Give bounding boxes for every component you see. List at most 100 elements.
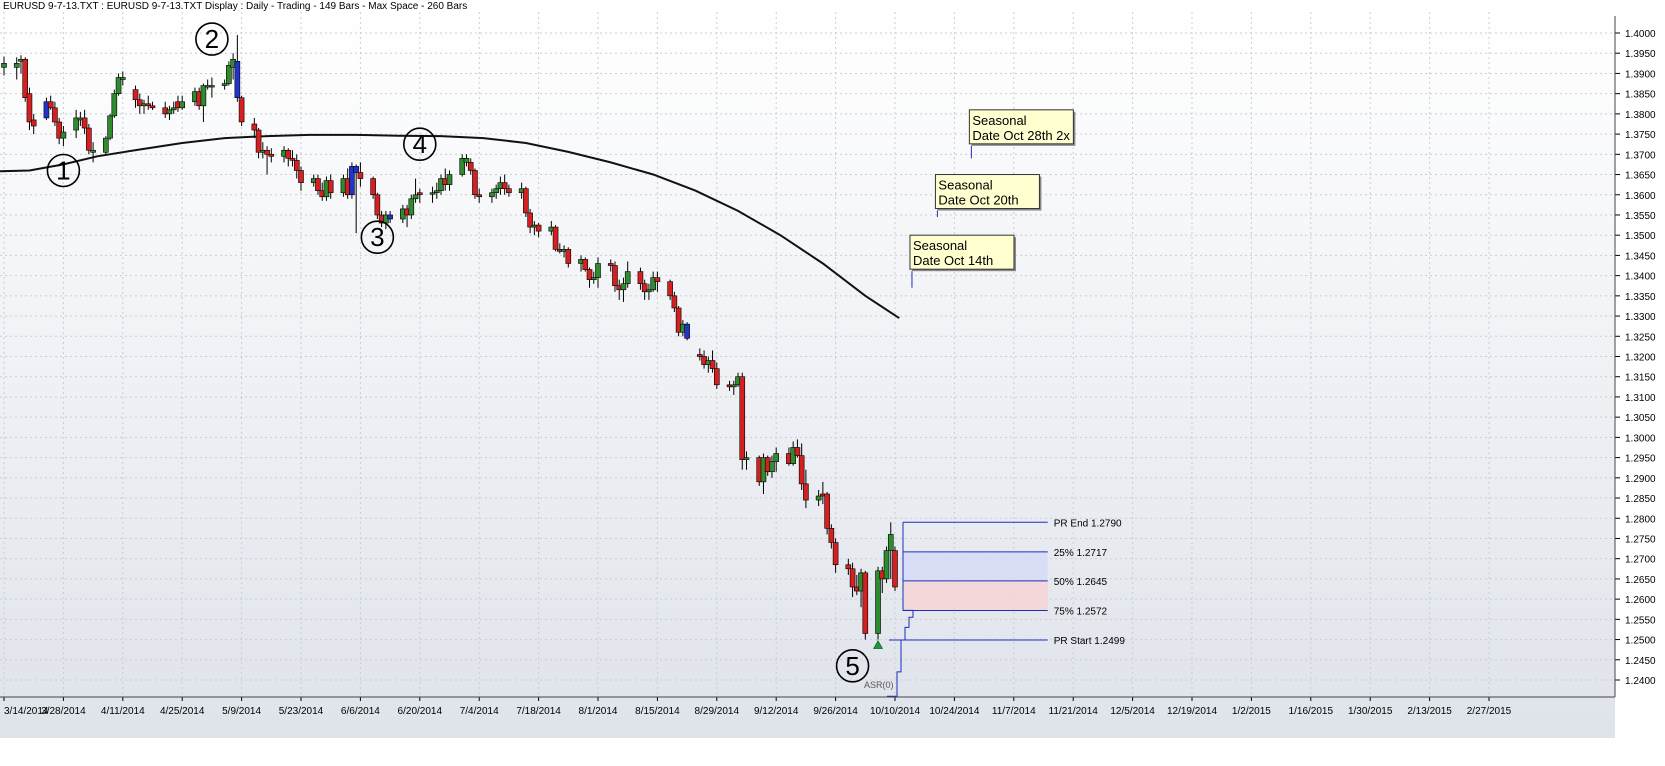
candle-body xyxy=(289,158,296,161)
y-tick-label: 1.3550 xyxy=(1625,211,1656,222)
candle-body xyxy=(226,65,232,84)
y-tick-label: 1.2800 xyxy=(1625,514,1656,525)
y-tick-label: 1.3000 xyxy=(1625,433,1656,444)
y-tick-label: 1.3900 xyxy=(1625,69,1656,80)
candle-body xyxy=(251,123,258,131)
candle-body xyxy=(374,194,381,216)
x-tick-label: 11/21/2014 xyxy=(1049,706,1099,717)
candle-body xyxy=(794,447,801,456)
candle-body xyxy=(221,83,228,86)
candle xyxy=(472,168,478,199)
candle-body xyxy=(298,170,304,183)
x-tick-label: 12/19/2014 xyxy=(1167,706,1217,717)
y-tick-label: 1.3300 xyxy=(1625,312,1656,323)
x-tick-label: 2/13/2015 xyxy=(1407,706,1452,717)
candle-body xyxy=(773,453,780,462)
candle xyxy=(86,123,92,155)
candle-body xyxy=(22,58,29,99)
pr-level-label: PR End 1.2790 xyxy=(1054,518,1122,529)
candle-body xyxy=(13,63,20,68)
candle-body xyxy=(620,283,627,291)
x-tick-label: 9/26/2014 xyxy=(813,706,858,717)
y-tick-label: 1.2550 xyxy=(1625,615,1656,626)
candle-body xyxy=(387,214,393,220)
seasonal-note-line1: Seasonal xyxy=(972,113,1026,128)
candle-body xyxy=(654,277,661,282)
candle-body xyxy=(697,354,703,357)
y-tick-label: 1.4000 xyxy=(1625,29,1656,40)
candle-body xyxy=(145,103,152,107)
candle-body xyxy=(565,249,572,264)
x-tick-label: 4/11/2014 xyxy=(101,706,145,717)
candle-body xyxy=(209,85,215,88)
y-tick-label: 1.3350 xyxy=(1625,292,1656,303)
candle-body xyxy=(315,178,321,192)
candle-body xyxy=(489,192,495,198)
x-tick-label: 12/5/2014 xyxy=(1110,706,1155,717)
x-tick-label: 7/18/2014 xyxy=(516,706,561,717)
y-tick-label: 1.3750 xyxy=(1625,130,1656,141)
candle-body xyxy=(730,384,737,388)
wave-label-number: 5 xyxy=(845,651,859,681)
y-tick-label: 1.2450 xyxy=(1625,656,1656,667)
seasonal-note-line2: Date Oct 28th 2x xyxy=(972,128,1070,143)
candle-body xyxy=(170,107,177,111)
candle-body xyxy=(81,117,88,129)
candle-body xyxy=(612,265,618,287)
y-tick-label: 1.3700 xyxy=(1625,150,1656,161)
candle xyxy=(523,186,529,217)
candle-body xyxy=(476,194,483,198)
candle-body xyxy=(590,277,597,280)
x-tick-label: 6/20/2014 xyxy=(398,706,443,717)
candle-body xyxy=(467,162,474,171)
y-tick-label: 1.2950 xyxy=(1625,454,1656,465)
x-tick-label: 9/12/2014 xyxy=(754,706,799,717)
x-tick-label: 6/6/2014 xyxy=(341,706,380,717)
candle-body xyxy=(149,105,156,109)
candle-body xyxy=(535,224,542,232)
y-tick-label: 1.3100 xyxy=(1625,393,1656,404)
candlestick-chart: PR End 1.2790 25% 1.2717 50% 1.2645 75% 1.2… xyxy=(0,1,1656,738)
candle-body xyxy=(828,528,835,543)
x-tick-label: 7/4/2014 xyxy=(460,706,499,717)
candle-body xyxy=(166,109,173,115)
candle-body xyxy=(501,182,508,189)
candle-body xyxy=(416,192,423,196)
chart-header-title: EURUSD 9-7-13.TXT : EURUSD 9-7-13.TXT Di… xyxy=(3,1,467,12)
candle-body xyxy=(815,495,822,501)
candle-body xyxy=(845,564,852,570)
x-tick-label: 2/27/2015 xyxy=(1467,706,1512,717)
candle-body xyxy=(264,149,270,155)
wave-label-number: 3 xyxy=(370,222,384,252)
signal-label: ASR(0) xyxy=(864,680,894,690)
y-tick-label: 1.3400 xyxy=(1625,272,1656,283)
x-tick-label: 8/15/2014 xyxy=(635,706,680,717)
chart-window: PR End 1.2790 25% 1.2717 50% 1.2645 75% 1.2… xyxy=(0,0,1665,761)
candle-body xyxy=(60,131,67,139)
candle-body xyxy=(607,263,614,266)
y-tick-label: 1.2500 xyxy=(1625,636,1656,647)
candle-body xyxy=(769,461,775,473)
x-tick-label: 10/10/2014 xyxy=(870,706,920,717)
candle-body xyxy=(595,263,601,278)
candle-body xyxy=(179,101,185,109)
candle-body xyxy=(111,93,118,117)
candle-body xyxy=(293,160,300,171)
candle-body xyxy=(26,93,33,123)
pr-lower-zone xyxy=(903,580,1048,611)
candle-body xyxy=(1,63,7,68)
y-tick-label: 1.3500 xyxy=(1625,231,1656,242)
candle-body xyxy=(103,137,109,153)
pr-level-label: 75% 1.2572 xyxy=(1054,606,1108,617)
candle-body xyxy=(713,368,720,386)
y-tick-label: 1.3800 xyxy=(1625,110,1656,121)
pr-level-label: 50% 1.2645 xyxy=(1054,577,1108,588)
pr-level-label: 25% 1.2717 xyxy=(1054,548,1108,559)
x-tick-label: 8/1/2014 xyxy=(579,706,618,717)
candle xyxy=(684,322,690,341)
x-tick-label: 4/25/2014 xyxy=(160,706,205,717)
candle-body xyxy=(849,568,856,588)
y-tick-label: 1.3950 xyxy=(1625,49,1656,60)
candle-body xyxy=(637,271,644,285)
x-tick-label: 8/29/2014 xyxy=(695,706,740,717)
